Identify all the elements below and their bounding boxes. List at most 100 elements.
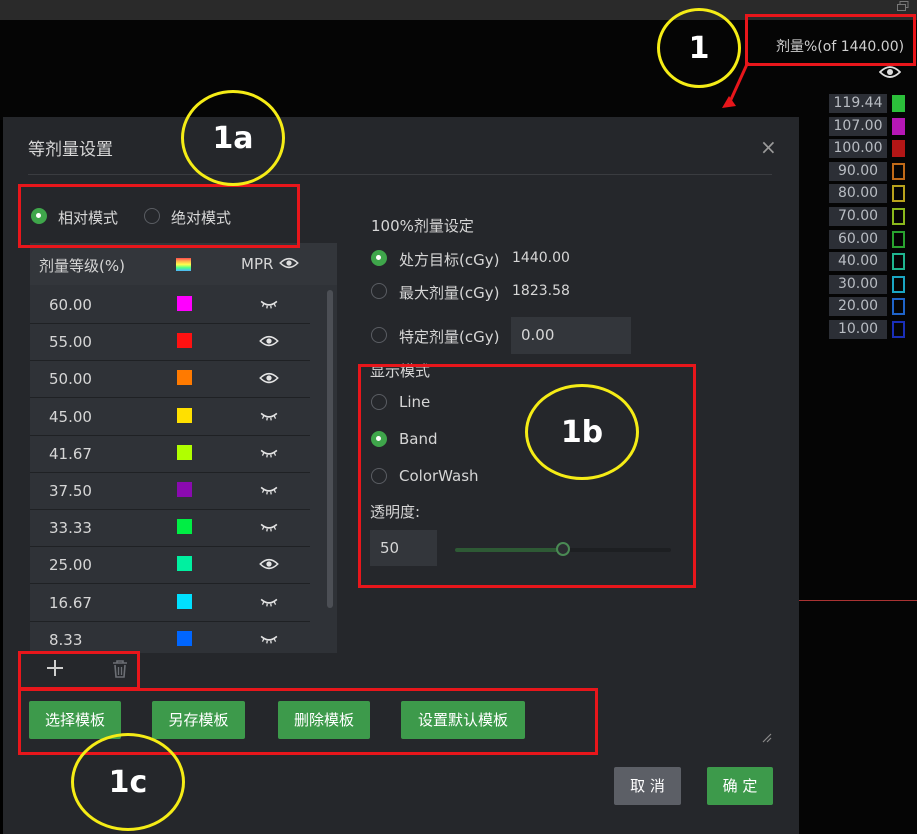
- legend-swatch: [892, 230, 905, 248]
- dose-level-value: 16.67: [49, 593, 92, 612]
- legend-value: 90.00: [829, 161, 887, 181]
- annotation-label-1: 1: [657, 8, 741, 88]
- legend-row: 119.44: [829, 94, 909, 114]
- dose-level-value: 33.33: [49, 519, 92, 538]
- table-row[interactable]: 37.50: [30, 472, 310, 510]
- legend-value: 40.00: [829, 252, 887, 272]
- color-swatch[interactable]: [177, 444, 192, 460]
- specific-dose-input[interactable]: 0.00: [511, 317, 631, 354]
- annotation-label-1a: 1a: [181, 90, 285, 186]
- color-swatch[interactable]: [177, 630, 192, 646]
- legend-swatch: [892, 298, 905, 316]
- table-row[interactable]: 50.00: [30, 360, 310, 399]
- color-swatch[interactable]: [177, 593, 192, 609]
- legend-swatch: [892, 185, 905, 203]
- legend-value: 70.00: [829, 207, 887, 226]
- dose-level-value: 25.00: [49, 556, 92, 575]
- legend-row: 20.00: [829, 297, 909, 317]
- annotation-box-1a: [18, 184, 300, 248]
- eye-icon[interactable]: [259, 557, 279, 571]
- dose-level-value: 8.33: [49, 630, 83, 649]
- table-row[interactable]: 41.67: [30, 435, 310, 473]
- legend-value: 60.00: [829, 229, 887, 249]
- dose-level-value: 41.67: [49, 444, 92, 463]
- max-dose-radio[interactable]: [371, 283, 387, 299]
- eye-icon[interactable]: [279, 256, 299, 274]
- legend-swatch: [892, 95, 905, 112]
- isodose-table: 剂量等级(%) MPR 60.00 55.00 50.00 45.00 41.67 37.…: [30, 243, 337, 653]
- resize-grip-icon[interactable]: [760, 729, 772, 743]
- legend-value: 80.00: [829, 184, 887, 204]
- eye-closed-icon[interactable]: [259, 595, 279, 609]
- color-swatch[interactable]: [177, 370, 192, 386]
- eye-icon[interactable]: [259, 371, 279, 385]
- dialog-title: 等剂量设置: [28, 140, 113, 160]
- dose-level-value: 45.00: [49, 407, 92, 426]
- table-header: 剂量等级(%) MPR: [30, 243, 337, 285]
- eye-closed-icon[interactable]: [259, 632, 279, 646]
- prescription-target-label: 处方目标(cGy): [399, 251, 500, 269]
- legend-row: 30.00: [829, 274, 909, 295]
- specific-dose-value: 0.00: [521, 326, 555, 344]
- legend-swatch: [892, 275, 905, 293]
- legend-swatch: [892, 117, 905, 135]
- legend-row: 107.00: [829, 116, 909, 137]
- eye-closed-icon[interactable]: [259, 409, 279, 423]
- specific-dose-label: 特定剂量(cGy): [399, 328, 500, 346]
- eye-closed-icon[interactable]: [259, 520, 279, 534]
- ok-button[interactable]: 确 定: [707, 767, 773, 805]
- color-swatch[interactable]: [177, 407, 192, 423]
- color-swatch[interactable]: [177, 519, 192, 535]
- eye-closed-icon[interactable]: [259, 297, 279, 311]
- color-swatch[interactable]: [177, 556, 192, 572]
- table-row[interactable]: 8.33: [30, 621, 310, 653]
- dose-level-value: 60.00: [49, 296, 92, 314]
- color-swatch[interactable]: [177, 482, 192, 497]
- cancel-button[interactable]: 取 消: [614, 767, 681, 805]
- legend-swatch: [892, 140, 905, 158]
- max-dose-value: 1823.58: [512, 283, 570, 299]
- restore-window-icon[interactable]: [897, 1, 911, 13]
- table-row[interactable]: 45.00: [30, 398, 310, 436]
- color-swatch[interactable]: [177, 333, 192, 349]
- color-swatch[interactable]: [177, 296, 192, 311]
- legend-value: 10.00: [829, 320, 887, 339]
- specific-dose-radio[interactable]: [371, 327, 387, 343]
- dose-level-value: 55.00: [49, 333, 92, 352]
- legend-row: 100.00: [829, 139, 909, 159]
- annotation-box-1: [745, 14, 916, 66]
- color-column-icon: [176, 258, 191, 271]
- legend-row: 10.00: [829, 320, 909, 340]
- legend-row: 90.00: [829, 161, 909, 182]
- table-row[interactable]: 25.00: [30, 546, 310, 585]
- legend-row: 60.00: [829, 229, 909, 250]
- eye-closed-icon[interactable]: [259, 446, 279, 460]
- legend-row: 80.00: [829, 184, 909, 204]
- legend-value: 107.00: [829, 116, 887, 136]
- legend-row: 70.00: [829, 207, 909, 227]
- close-icon[interactable]: ×: [760, 135, 777, 159]
- legend-swatch: [892, 208, 905, 225]
- legend-swatch: [892, 162, 905, 180]
- column-header-level: 剂量等级(%): [39, 257, 125, 275]
- annotation-label-1c: 1c: [71, 733, 185, 831]
- eye-icon[interactable]: [878, 64, 902, 80]
- legend-value: 30.00: [829, 274, 887, 294]
- divider: [798, 600, 917, 601]
- legend-value: 20.00: [829, 297, 887, 317]
- annotation-label-1b: 1b: [525, 384, 639, 480]
- table-row[interactable]: 55.00: [30, 323, 310, 362]
- table-row[interactable]: 33.33: [30, 509, 310, 548]
- annotation-box-1b: [358, 364, 696, 588]
- eye-icon[interactable]: [259, 334, 279, 348]
- prescription-target-value: 1440.00: [512, 250, 570, 266]
- dose-level-value: 50.00: [49, 370, 92, 389]
- table-row[interactable]: 60.00: [30, 286, 310, 324]
- prescription-target-radio[interactable]: [371, 250, 387, 266]
- table-row[interactable]: 16.67: [30, 584, 310, 622]
- divider: [28, 174, 772, 175]
- annotation-box-add-remove: [18, 651, 140, 690]
- eye-closed-icon[interactable]: [259, 483, 279, 497]
- scrollbar[interactable]: [327, 290, 333, 608]
- dose-level-value: 37.50: [49, 482, 92, 500]
